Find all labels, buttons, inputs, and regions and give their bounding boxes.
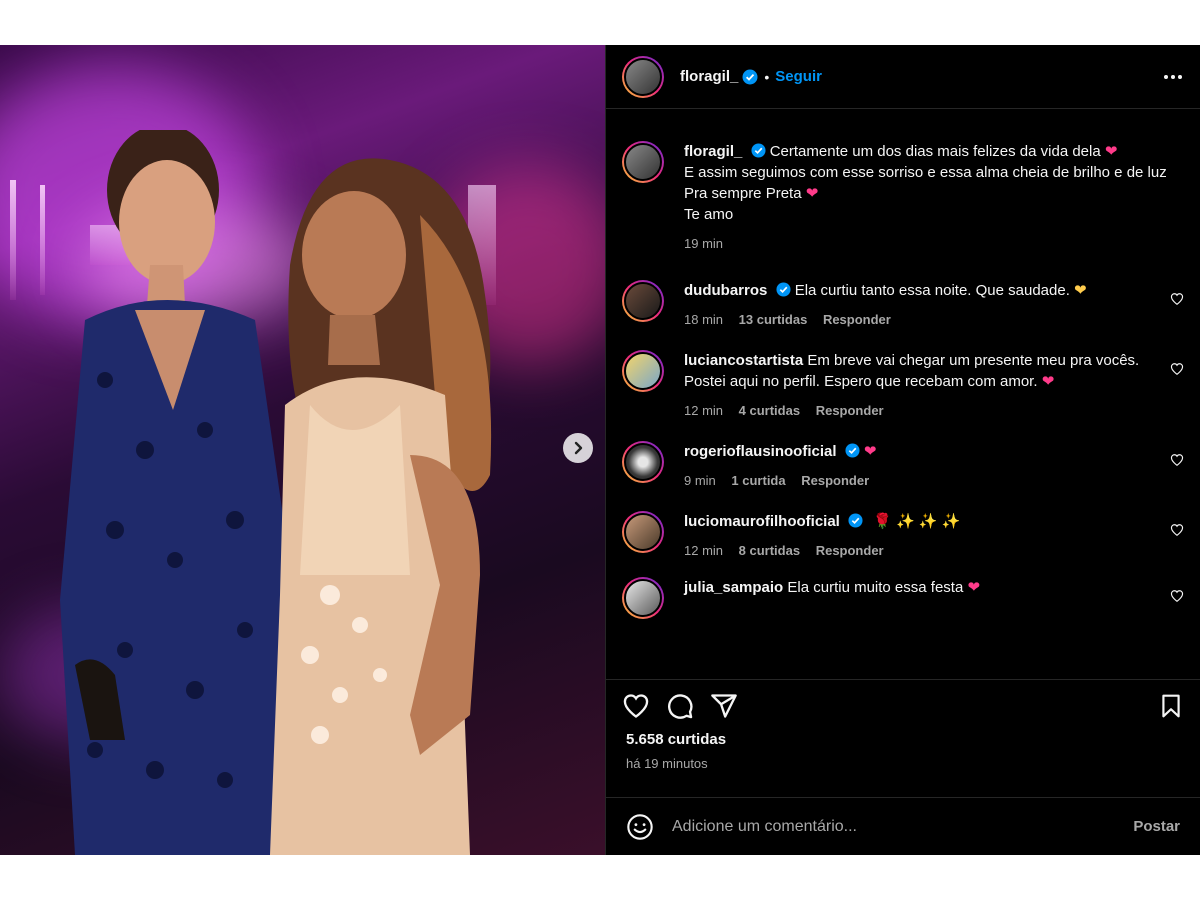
- avatar[interactable]: [622, 55, 664, 98]
- post-timestamp: há 19 minutos: [626, 756, 708, 771]
- avatar[interactable]: [622, 577, 664, 619]
- send-icon[interactable]: [710, 692, 738, 720]
- instagram-post-modal: floragil_ • Seguir floragil_ Certamente …: [0, 45, 1200, 855]
- caption-line-1: Certamente um dos dias mais felizes da v…: [769, 143, 1101, 160]
- comment-username[interactable]: luciancostartista: [684, 352, 803, 369]
- pink-heart-icon: ❤: [1104, 143, 1118, 160]
- reply-button[interactable]: Responder: [801, 473, 869, 488]
- comment-likes[interactable]: 4 curtidas: [739, 403, 800, 418]
- verified-badge-icon: [848, 513, 863, 528]
- caption-username[interactable]: floragil_: [684, 143, 742, 160]
- heart-icon[interactable]: [1170, 292, 1184, 306]
- comment-username[interactable]: rogerioflausinooficial: [684, 443, 837, 460]
- comments-list[interactable]: floragil_ Certamente um dos dias mais fe…: [606, 109, 1200, 679]
- comment-username[interactable]: dudubarros: [684, 282, 767, 299]
- reply-button[interactable]: Responder: [823, 312, 891, 327]
- comment: dudubarros Ela curtiu tanto essa noite. …: [622, 280, 1184, 330]
- heart-icon[interactable]: [1170, 523, 1184, 537]
- reply-button[interactable]: Responder: [816, 543, 884, 558]
- comment-time: 12 min: [684, 403, 724, 418]
- likes-count[interactable]: 5.658 curtidas: [606, 731, 1200, 748]
- comment-text: Ela curtiu muito essa festa: [787, 579, 964, 596]
- bookmark-icon[interactable]: [1158, 693, 1184, 719]
- person-right: [270, 158, 492, 855]
- comment-text: Ela curtiu tanto essa noite. Que saudade…: [794, 282, 1070, 299]
- comment-likes[interactable]: 1 curtida: [731, 473, 785, 488]
- comment-likes[interactable]: 8 curtidas: [739, 543, 800, 558]
- comment-time: 18 min: [684, 312, 724, 327]
- next-photo-button[interactable]: [563, 433, 593, 463]
- heart-icon[interactable]: [1170, 589, 1184, 603]
- post-header: floragil_ • Seguir: [606, 45, 1200, 109]
- reply-button[interactable]: Responder: [816, 403, 884, 418]
- pink-heart-icon: ❤: [1041, 373, 1055, 390]
- post-side-panel: floragil_ • Seguir floragil_ Certamente …: [605, 45, 1200, 855]
- avatar[interactable]: [622, 141, 664, 183]
- caption: floragil_ Certamente um dos dias mais fe…: [622, 141, 1184, 254]
- avatar[interactable]: [622, 511, 664, 553]
- verified-badge-icon: [775, 282, 791, 297]
- comment-time: 12 min: [684, 543, 724, 558]
- comment: luciomaurofilhooficial 🌹 ✨ ✨ ✨ 12 min 8 …: [622, 511, 1184, 561]
- chevron-right-icon: [574, 441, 583, 455]
- verified-badge-icon: [845, 443, 860, 458]
- caption-line-4: Te amo: [684, 206, 734, 223]
- caption-line-2: E assim seguimos com esse sorriso e essa…: [684, 164, 1167, 181]
- comment-text: 🌹 ✨ ✨ ✨: [873, 513, 961, 530]
- comment-icon[interactable]: [666, 692, 694, 720]
- pink-heart-icon: ❤: [967, 579, 981, 596]
- comment-composer: Postar: [606, 797, 1200, 855]
- separator: •: [764, 68, 770, 85]
- comment-input[interactable]: [672, 817, 1134, 836]
- pink-heart-icon: ❤: [863, 443, 877, 460]
- heart-icon[interactable]: [1170, 453, 1184, 467]
- avatar[interactable]: [622, 280, 664, 322]
- comment-username[interactable]: julia_sampaio: [684, 579, 783, 596]
- caption-time: 19 min: [684, 236, 724, 251]
- avatar[interactable]: [622, 350, 664, 392]
- comment-username[interactable]: luciomaurofilhooficial: [684, 513, 840, 530]
- verified-badge-icon: [751, 143, 766, 158]
- heart-icon[interactable]: [622, 692, 650, 720]
- emoji-icon[interactable]: [626, 813, 654, 841]
- pink-heart-icon: ❤: [805, 185, 819, 202]
- yellow-heart-icon: ❤: [1074, 282, 1087, 299]
- verified-badge-icon: [742, 69, 758, 84]
- action-bar: [606, 679, 1200, 731]
- more-icon[interactable]: [1162, 66, 1184, 88]
- heart-icon[interactable]: [1170, 362, 1184, 376]
- comment-time: 9 min: [684, 473, 716, 488]
- avatar[interactable]: [622, 441, 664, 483]
- caption-line-3: Pra sempre Preta: [684, 185, 802, 202]
- comment: julia_sampaio Ela curtiu muito essa fest…: [622, 577, 1184, 619]
- comment: luciancostartista Em breve vai chegar um…: [622, 350, 1184, 421]
- post-comment-button[interactable]: Postar: [1133, 818, 1180, 835]
- comment: rogerioflausinooficial ❤ 9 min 1 curtida…: [622, 441, 1184, 491]
- comment-likes[interactable]: 13 curtidas: [739, 312, 808, 327]
- follow-button[interactable]: Seguir: [775, 68, 822, 85]
- author-username[interactable]: floragil_: [680, 68, 738, 85]
- post-photo[interactable]: [0, 45, 605, 855]
